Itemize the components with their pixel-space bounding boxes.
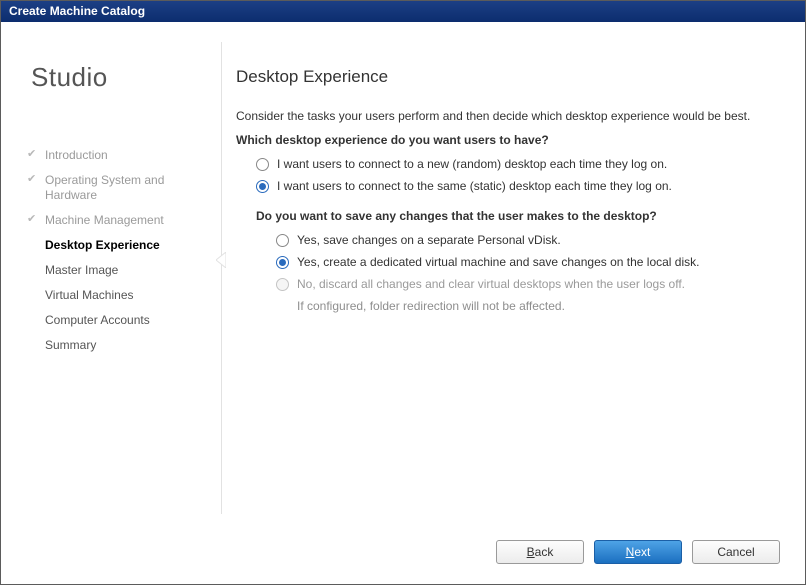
step-master-image[interactable]: Master Image — [21, 258, 196, 283]
radio-icon — [256, 180, 269, 193]
radio-icon — [276, 234, 289, 247]
step-machine-management[interactable]: Machine Management — [21, 208, 196, 233]
option-static-desktop[interactable]: I want users to connect to the same (sta… — [256, 179, 785, 193]
option-label: Yes, create a dedicated virtual machine … — [297, 255, 699, 269]
step-label: Computer Accounts — [45, 313, 150, 327]
option-label: I want users to connect to the same (sta… — [277, 179, 672, 193]
option-label: I want users to connect to a new (random… — [277, 157, 667, 171]
step-os-hardware[interactable]: Operating System and Hardware — [21, 168, 196, 208]
step-label: Summary — [45, 338, 96, 352]
btn-rest: ext — [634, 545, 650, 559]
step-label: Virtual Machines — [45, 288, 134, 302]
wizard-window: Create Machine Catalog Studio Introducti… — [0, 0, 806, 585]
window-title: Create Machine Catalog — [1, 1, 805, 22]
wizard-content: Desktop Experience Consider the tasks yo… — [206, 42, 785, 569]
option-discard-changes[interactable]: No, discard all changes and clear virtua… — [276, 277, 785, 291]
question-experience: Which desktop experience do you want use… — [236, 133, 785, 147]
step-label: Introduction — [45, 148, 108, 162]
step-computer-accounts[interactable]: Computer Accounts — [21, 308, 196, 333]
option-random-desktop[interactable]: I want users to connect to a new (random… — [256, 157, 785, 171]
step-label: Machine Management — [45, 213, 164, 227]
option-save-pvd[interactable]: Yes, save changes on a separate Personal… — [276, 233, 785, 247]
step-label: Master Image — [45, 263, 118, 277]
page-heading: Desktop Experience — [236, 67, 785, 87]
cancel-button[interactable]: Cancel — [692, 540, 780, 564]
step-summary[interactable]: Summary — [21, 333, 196, 358]
page-intro: Consider the tasks your users perform an… — [236, 109, 785, 123]
radio-icon — [276, 278, 289, 291]
radio-icon — [276, 256, 289, 269]
radio-icon — [256, 158, 269, 171]
next-button[interactable]: Next — [594, 540, 682, 564]
step-introduction[interactable]: Introduction — [21, 143, 196, 168]
wizard-steps: Introduction Operating System and Hardwa… — [21, 143, 196, 358]
step-label: Operating System and Hardware — [45, 173, 164, 202]
wizard-footer: Back Next Cancel — [496, 540, 780, 564]
brand-label: Studio — [31, 62, 196, 93]
option-label: No, discard all changes and clear virtua… — [297, 277, 685, 291]
option-save-dedicated[interactable]: Yes, create a dedicated virtual machine … — [276, 255, 785, 269]
step-virtual-machines[interactable]: Virtual Machines — [21, 283, 196, 308]
step-label: Desktop Experience — [45, 238, 160, 252]
back-button[interactable]: Back — [496, 540, 584, 564]
step-desktop-experience[interactable]: Desktop Experience — [21, 233, 196, 258]
btn-rest: ack — [535, 545, 554, 559]
wizard-sidebar: Studio Introduction Operating System and… — [21, 42, 206, 569]
question-save-changes: Do you want to save any changes that the… — [256, 209, 785, 223]
discard-hint: If configured, folder redirection will n… — [297, 299, 785, 313]
option-label: Yes, save changes on a separate Personal… — [297, 233, 561, 247]
